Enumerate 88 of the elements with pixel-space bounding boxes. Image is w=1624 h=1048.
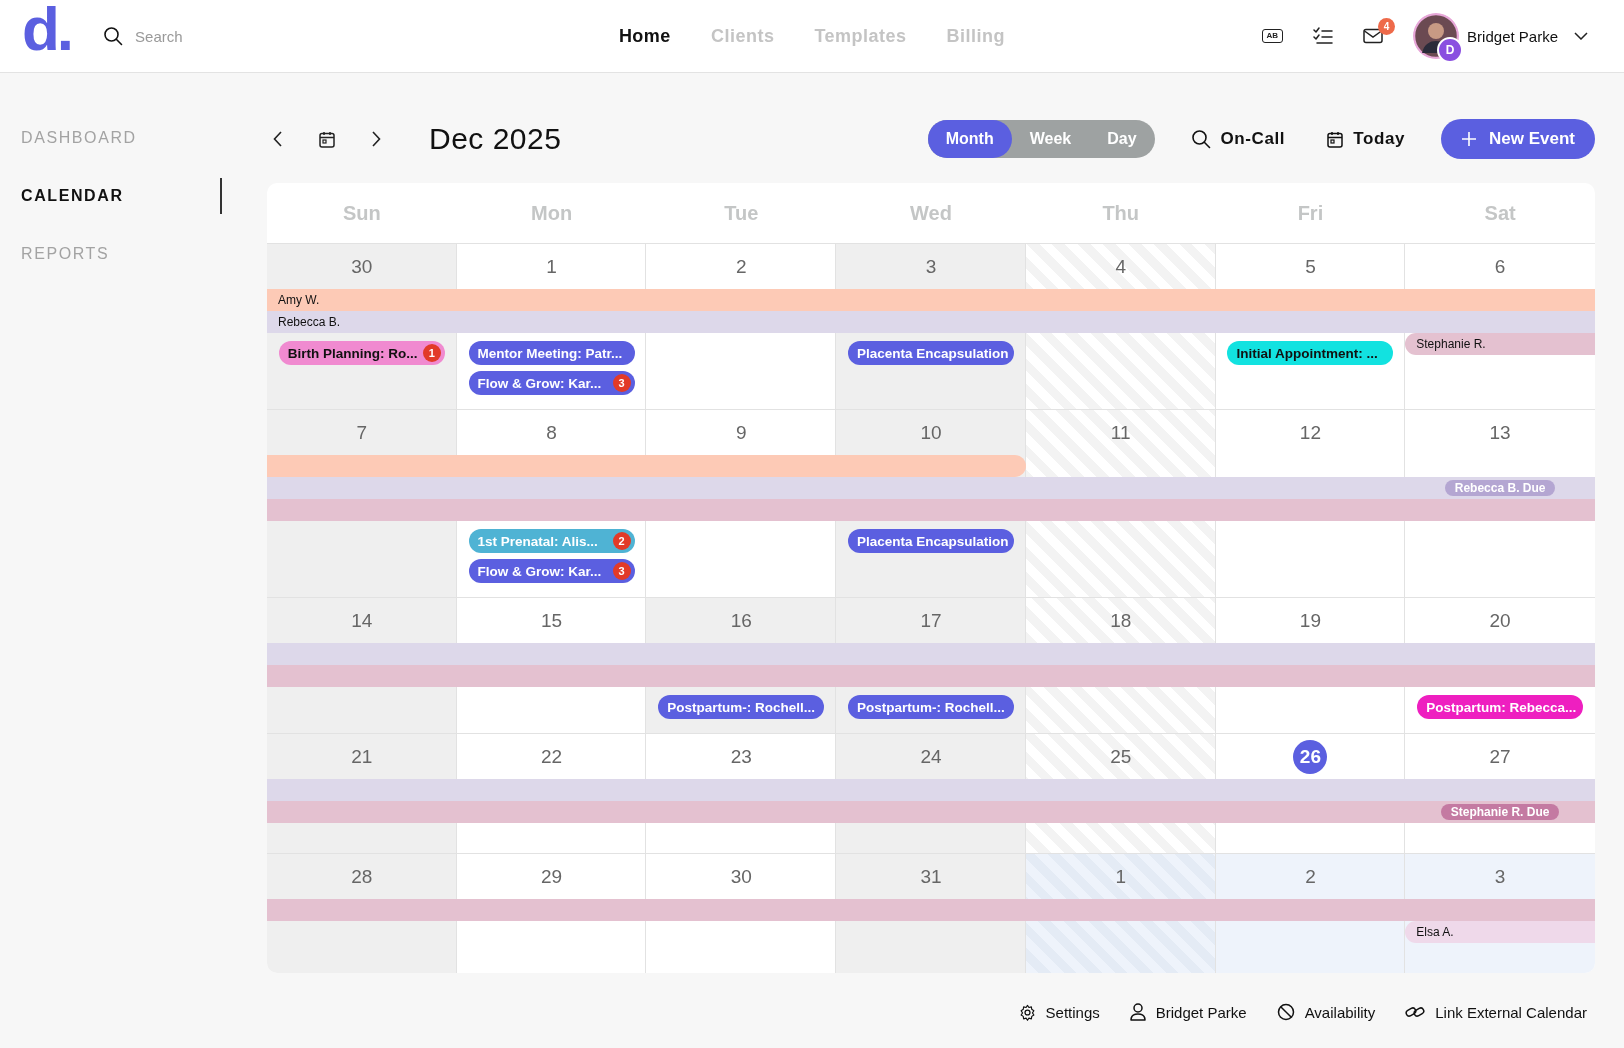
weekday-label: Mon (530, 200, 574, 226)
stay-bar[interactable]: Rebecca B. (267, 311, 457, 333)
day-number[interactable]: 1 (534, 249, 569, 284)
event-chip[interactable]: 1st Prenatal: Alis... 2 (468, 529, 635, 553)
new-event-button[interactable]: New Event (1441, 119, 1595, 159)
calendar-icon (1327, 130, 1344, 148)
due-date-tag[interactable]: Stephanie R. Due (1440, 804, 1560, 820)
day-number[interactable]: 29 (534, 859, 569, 894)
weekday-label: Fri (1296, 200, 1325, 226)
weekday-label: Thu (1101, 200, 1141, 226)
day-number[interactable]: 17 (914, 603, 948, 638)
nav-link[interactable]: Home (618, 25, 671, 47)
footer-link[interactable]: Bridget Parke (1129, 1003, 1247, 1021)
day-number[interactable]: 23 (724, 739, 759, 774)
day-number[interactable]: 25 (1103, 739, 1138, 774)
sidebar-item[interactable]: CALENDAR (0, 178, 222, 214)
stay-bar[interactable]: Amy W. (267, 289, 457, 311)
day-number[interactable]: 9 (724, 415, 759, 450)
day-number[interactable]: 3 (1483, 859, 1518, 894)
day-number[interactable]: 22 (534, 739, 569, 774)
footer-link[interactable]: Link External Calendar (1405, 1003, 1587, 1021)
event-chip[interactable]: Postpartum-: Rochell... (658, 695, 825, 719)
stay-band[interactable]: Stephanie R. (1405, 333, 1595, 355)
day-number[interactable]: 19 (1293, 603, 1328, 638)
caption-icon[interactable]: AB (1261, 29, 1284, 43)
day-number[interactable]: 16 (724, 603, 759, 638)
on-call-button[interactable]: On-Call (1184, 128, 1292, 150)
day-number[interactable]: 27 (1483, 739, 1518, 774)
day-number[interactable]: 4 (1103, 249, 1138, 284)
checklist-icon[interactable] (1313, 27, 1334, 45)
day-number[interactable]: 6 (1483, 249, 1518, 284)
day-number[interactable]: 10 (914, 415, 948, 450)
today-button[interactable]: Today (1321, 128, 1411, 150)
day-number[interactable]: 30 (344, 249, 379, 284)
weekday-label: Sat (1483, 200, 1517, 226)
event-chip[interactable]: Postpartum-: Rochell... (848, 695, 1014, 719)
weekday-label: Wed (909, 200, 953, 226)
event-chip[interactable]: Flow & Grow: Kar... 3 (468, 371, 635, 395)
calendar-icon (319, 130, 335, 148)
logo[interactable]: d. (22, 0, 72, 60)
stay-band[interactable]: Elsa A. (1405, 921, 1595, 943)
mail-icon[interactable] (1363, 28, 1384, 44)
event-chip[interactable]: Mentor Meeting: Patr... (468, 341, 635, 365)
day-number[interactable]: 11 (1103, 415, 1138, 450)
footer-link[interactable]: Availability (1276, 1003, 1376, 1021)
initial-badge: D (1437, 37, 1464, 63)
day-number[interactable]: 8 (534, 415, 569, 450)
settings-icon (1018, 1003, 1036, 1021)
event-chip[interactable]: Initial Appointment: ... (1227, 341, 1394, 365)
day-number[interactable]: 14 (344, 603, 379, 638)
user-name[interactable]: Bridget Parke (1467, 27, 1558, 45)
event-chip[interactable]: Flow & Grow: Kar... 3 (468, 559, 635, 583)
day-number[interactable]: 21 (344, 739, 379, 774)
event-chip[interactable]: Placenta Encapsulation (848, 341, 1014, 365)
notification-badge: 4 (1378, 18, 1396, 35)
day-number[interactable]: 3 (914, 249, 948, 284)
day-number[interactable]: 7 (344, 415, 379, 450)
event-chip[interactable]: Postpartum: Rebecca... (1417, 695, 1584, 719)
day-number[interactable]: 2 (724, 249, 759, 284)
link-icon (1405, 1004, 1426, 1020)
prohibited-icon (1276, 1003, 1295, 1021)
event-chip[interactable]: Birth Planning: Ro... 1 (278, 341, 445, 365)
event-chip[interactable]: Placenta Encapsulation (848, 529, 1014, 553)
month-title: Dec 2025 (429, 122, 562, 156)
person-icon (1129, 1003, 1146, 1021)
day-number[interactable]: 13 (1483, 415, 1518, 450)
day-number[interactable]: 28 (344, 859, 379, 894)
search-icon (103, 26, 124, 46)
day-number[interactable]: 20 (1483, 603, 1518, 638)
search-field[interactable]: Search (133, 26, 298, 46)
chevron-left-icon (273, 131, 283, 147)
chevron-down-icon[interactable] (1574, 32, 1588, 40)
day-number[interactable]: 30 (724, 859, 759, 894)
footer-link[interactable]: Settings (1018, 1003, 1100, 1021)
search-icon (1190, 129, 1211, 149)
weekday-label: Sun (341, 200, 382, 226)
day-number[interactable]: 15 (534, 603, 569, 638)
chevron-right-icon (371, 131, 381, 147)
day-number[interactable]: 12 (1293, 415, 1328, 450)
day-number[interactable]: 5 (1293, 249, 1328, 284)
day-number[interactable]: 18 (1103, 603, 1138, 638)
day-number[interactable]: 2 (1293, 859, 1328, 894)
view-tab[interactable]: Month (927, 120, 1012, 158)
day-number[interactable]: 31 (914, 859, 948, 894)
weekday-label: Tue (723, 200, 760, 226)
day-number[interactable]: 1 (1103, 859, 1138, 894)
plus-icon (1461, 131, 1477, 147)
day-number[interactable]: 24 (914, 739, 948, 774)
